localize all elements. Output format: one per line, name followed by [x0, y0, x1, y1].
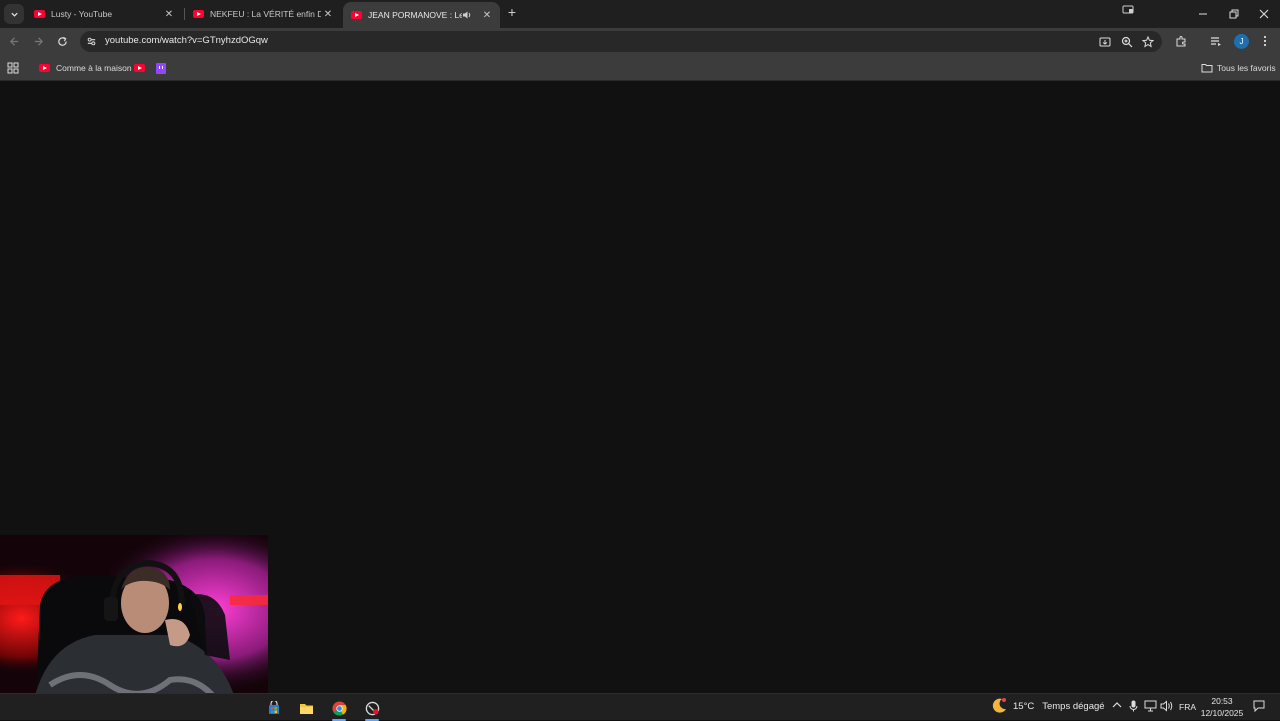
- tab-jean-pormanove[interactable]: JEAN PORMANOVE : Les ST ✕: [343, 2, 500, 28]
- notification-icon: [1253, 700, 1265, 713]
- store-app-button[interactable]: [263, 697, 285, 719]
- weather-description: Temps dégagé: [1042, 700, 1105, 712]
- weather-widget[interactable]: 15°C Temps dégagé: [990, 697, 1105, 715]
- apps-button[interactable]: [7, 61, 19, 75]
- youtube-icon: [134, 64, 145, 72]
- youtube-icon: [34, 10, 45, 18]
- tab-close-button[interactable]: ✕: [162, 9, 176, 20]
- language-indicator[interactable]: FRA: [1179, 702, 1196, 712]
- profile-avatar[interactable]: J: [1234, 34, 1249, 49]
- close-icon: [1259, 9, 1269, 19]
- youtube-icon: [39, 64, 50, 72]
- chrome-button[interactable]: [328, 697, 350, 721]
- clock-time: 20:53: [1211, 696, 1233, 706]
- reload-icon: [57, 36, 67, 46]
- folder-icon: [1201, 64, 1213, 73]
- tab-search-button[interactable]: [4, 4, 24, 24]
- close-window-button[interactable]: [1256, 6, 1272, 22]
- forward-button[interactable]: [30, 33, 46, 49]
- zoom-icon[interactable]: [1119, 34, 1134, 49]
- restore-button[interactable]: [1226, 6, 1242, 22]
- tab-title: Lusty - YouTube: [51, 9, 113, 19]
- restore-icon: [1229, 9, 1239, 19]
- new-tab-button[interactable]: +: [505, 5, 519, 19]
- tab-close-button[interactable]: ✕: [321, 9, 335, 20]
- store-icon: [269, 701, 279, 714]
- arrow-left-icon: [9, 36, 18, 46]
- system-clock[interactable]: 20:53 12/10/2025: [1198, 695, 1246, 719]
- bookmark-youtube[interactable]: [134, 61, 149, 75]
- apps-grid-icon: [7, 62, 19, 74]
- recorder-icon: [365, 701, 379, 715]
- reading-list-icon[interactable]: [1208, 33, 1224, 49]
- tray-overflow-button[interactable]: [1112, 701, 1122, 712]
- twitch-icon: [156, 62, 166, 74]
- file-explorer-button[interactable]: [295, 697, 317, 719]
- menu-kebab-icon[interactable]: [1257, 33, 1273, 49]
- microphone-icon[interactable]: [1129, 700, 1138, 715]
- folder-icon: [299, 703, 313, 714]
- tab-title: JEAN PORMANOVE : Les ST: [368, 10, 462, 20]
- minimize-button[interactable]: [1195, 6, 1211, 22]
- browser-toolbar: youtube.com/watch?v=GTnyhzdOGqw J: [0, 28, 1280, 55]
- weather-temperature: 15°C: [1013, 700, 1035, 712]
- back-button[interactable]: [6, 33, 22, 49]
- clock-date: 12/10/2025: [1200, 708, 1244, 718]
- all-bookmarks-button[interactable]: Tous les favoris: [1201, 61, 1276, 75]
- arrow-right-icon: [34, 36, 43, 46]
- youtube-icon: [351, 11, 362, 19]
- tab-title: NEKFEU : La VÉRITÉ enfin DÉVOILÉE: [210, 9, 321, 19]
- minimize-icon: [1199, 13, 1207, 15]
- volume-icon[interactable]: [1160, 700, 1173, 715]
- tab-close-button[interactable]: ✕: [480, 10, 494, 21]
- bookmark-label: Comme à la maison: [56, 63, 132, 73]
- reload-button[interactable]: [54, 33, 70, 49]
- taskbar: 15°C Temps dégagé FRA 20:53 12/10/2025: [0, 693, 1280, 721]
- recorder-app-button[interactable]: [361, 697, 383, 721]
- notifications-button[interactable]: [1253, 700, 1265, 715]
- address-bar[interactable]: youtube.com/watch?v=GTnyhzdOGqw: [80, 31, 1162, 52]
- tab-nekfeu[interactable]: NEKFEU : La VÉRITÉ enfin DÉVOILÉE ✕: [185, 2, 341, 26]
- extensions-icon[interactable]: [1173, 33, 1189, 49]
- url-text: youtube.com/watch?v=GTnyhzdOGqw: [105, 35, 268, 46]
- chevron-up-icon: [1112, 702, 1122, 708]
- bookmarks-bar: Comme à la maison Tous les favoris: [0, 55, 1280, 81]
- all-bookmarks-label: Tous les favoris: [1217, 63, 1276, 73]
- tab-strip: Lusty - YouTube ✕ NEKFEU : La VÉRITÉ enf…: [0, 0, 1280, 28]
- youtube-icon: [193, 10, 204, 18]
- bookmark-star-icon[interactable]: [1140, 34, 1155, 49]
- weather-moon-icon: [992, 698, 1006, 713]
- bookmark-comme-a-la-maison[interactable]: Comme à la maison: [39, 61, 132, 75]
- site-settings-icon[interactable]: [84, 34, 99, 49]
- tab-lusty[interactable]: Lusty - YouTube ✕: [26, 2, 182, 26]
- chrome-icon: [331, 700, 347, 716]
- chevron-down-icon: [10, 12, 18, 17]
- install-app-icon[interactable]: [1097, 34, 1112, 49]
- bookmark-twitch[interactable]: [156, 61, 166, 75]
- speaker-icon[interactable]: [462, 10, 474, 20]
- network-icon[interactable]: [1144, 700, 1157, 715]
- cast-icon[interactable]: [1120, 2, 1136, 18]
